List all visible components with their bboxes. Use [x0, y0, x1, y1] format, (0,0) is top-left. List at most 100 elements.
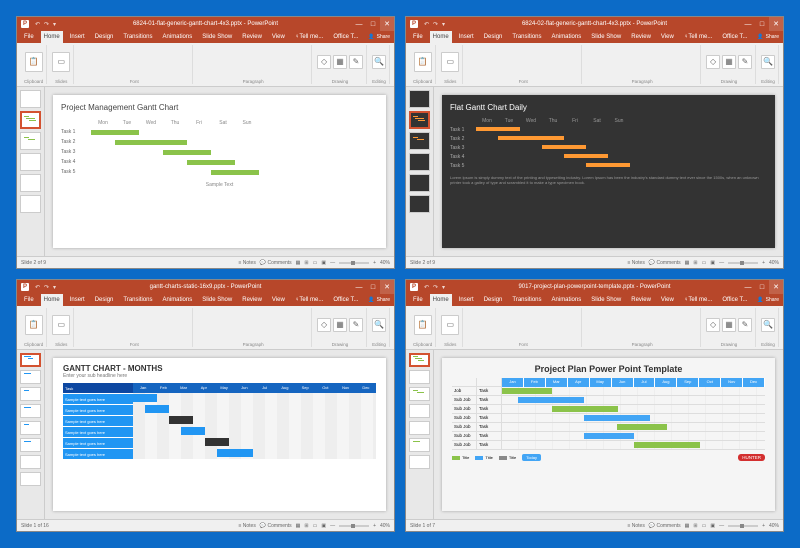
tab-view[interactable]: View	[269, 31, 288, 43]
editing-button[interactable]: 🔍	[761, 55, 775, 69]
maximize-button[interactable]: □	[755, 17, 769, 31]
view-sorter-icon[interactable]: ⊞	[693, 523, 697, 529]
tab-tellme[interactable]: ♀ Tell me...	[681, 294, 716, 306]
thumb-6[interactable]	[20, 438, 41, 452]
thumb-5[interactable]	[20, 174, 41, 192]
view-slideshow-icon[interactable]: ▣	[321, 260, 326, 266]
view-slideshow-icon[interactable]: ▣	[710, 260, 715, 266]
thumb-3[interactable]	[409, 132, 430, 150]
thumb-6[interactable]	[409, 195, 430, 213]
view-sorter-icon[interactable]: ⊞	[693, 260, 697, 266]
tab-file[interactable]: File	[410, 294, 426, 306]
zoom-slider[interactable]	[339, 525, 369, 527]
thumb-2[interactable]	[20, 370, 41, 384]
tab-view[interactable]: View	[658, 31, 677, 43]
tab-home[interactable]: Home	[430, 31, 452, 43]
tab-transitions[interactable]: Transitions	[120, 31, 155, 43]
comments-button[interactable]: 💬 Comments	[649, 523, 681, 529]
quick-access-toolbar[interactable]: ↶↷▾	[424, 21, 448, 27]
thumb-5[interactable]	[20, 421, 41, 435]
close-button[interactable]: ✕	[769, 17, 783, 31]
thumb-4[interactable]	[409, 153, 430, 171]
tab-home[interactable]: Home	[41, 294, 63, 306]
tab-insert[interactable]: Insert	[456, 31, 477, 43]
thumb-1[interactable]	[409, 353, 430, 367]
tab-animations[interactable]: Animations	[160, 31, 196, 43]
view-reading-icon[interactable]: ▭	[702, 260, 707, 266]
arrange-button[interactable]: ▦	[722, 55, 736, 69]
share-button[interactable]: 👤 Share	[368, 34, 390, 40]
view-sorter-icon[interactable]: ⊞	[304, 260, 308, 266]
minimize-button[interactable]: —	[741, 17, 755, 31]
tab-review[interactable]: Review	[628, 31, 654, 43]
editing-button[interactable]: 🔍	[372, 318, 386, 332]
quickstyles-button[interactable]: ✎	[349, 318, 363, 332]
comments-button[interactable]: 💬 Comments	[649, 260, 681, 266]
maximize-button[interactable]: □	[755, 280, 769, 294]
zoom-slider[interactable]	[728, 262, 758, 264]
share-button[interactable]: 👤 Share	[368, 297, 390, 303]
shapes-button[interactable]: ◇	[317, 318, 331, 332]
titlebar[interactable]: P ↶↷▾ gantt-charts-static-16x9.pptx - Po…	[17, 280, 394, 294]
thumb-3[interactable]	[409, 387, 430, 401]
tab-view[interactable]: View	[658, 294, 677, 306]
quickstyles-button[interactable]: ✎	[738, 55, 752, 69]
view-normal-icon[interactable]: ▦	[685, 260, 690, 266]
paste-button[interactable]: 📋	[414, 52, 432, 72]
comments-button[interactable]: 💬 Comments	[260, 523, 292, 529]
tab-transitions[interactable]: Transitions	[509, 294, 544, 306]
quickstyles-button[interactable]: ✎	[349, 55, 363, 69]
arrange-button[interactable]: ▦	[333, 318, 347, 332]
tab-view[interactable]: View	[269, 294, 288, 306]
view-slideshow-icon[interactable]: ▣	[710, 523, 715, 529]
tab-insert[interactable]: Insert	[456, 294, 477, 306]
tab-officetab[interactable]: Office T...	[330, 294, 361, 306]
thumb-1[interactable]	[20, 90, 41, 108]
tab-file[interactable]: File	[21, 294, 37, 306]
view-reading-icon[interactable]: ▭	[313, 523, 318, 529]
titlebar[interactable]: P ↶↷▾ 6824-01-flat-generic-gantt-chart-4…	[17, 17, 394, 31]
comments-button[interactable]: 💬 Comments	[260, 260, 292, 266]
new-slide-button[interactable]: ▭	[52, 52, 70, 72]
thumb-6[interactable]	[409, 438, 430, 452]
tab-design[interactable]: Design	[481, 294, 506, 306]
tab-home[interactable]: Home	[430, 294, 452, 306]
slide-canvas[interactable]: Project Management Gantt Chart MonTueWed…	[53, 95, 386, 248]
thumb-6[interactable]	[20, 195, 41, 213]
tab-tellme[interactable]: ♀ Tell me...	[292, 31, 327, 43]
thumb-1[interactable]	[409, 90, 430, 108]
paste-button[interactable]: 📋	[25, 52, 43, 72]
shapes-button[interactable]: ◇	[317, 55, 331, 69]
editing-button[interactable]: 🔍	[761, 318, 775, 332]
view-sorter-icon[interactable]: ⊞	[304, 523, 308, 529]
tab-officetab[interactable]: Office T...	[330, 31, 361, 43]
new-slide-button[interactable]: ▭	[441, 315, 459, 335]
paste-button[interactable]: 📋	[414, 315, 432, 335]
thumb-7[interactable]	[409, 455, 430, 469]
tab-animations[interactable]: Animations	[549, 294, 585, 306]
titlebar[interactable]: P ↶↷▾ 9017-project-plan-powerpoint-templ…	[406, 280, 783, 294]
tab-file[interactable]: File	[21, 31, 37, 43]
notes-button[interactable]: ≡ Notes	[627, 260, 644, 266]
tab-insert[interactable]: Insert	[67, 31, 88, 43]
titlebar[interactable]: P ↶↷▾ 6824-02-flat-generic-gantt-chart-4…	[406, 17, 783, 31]
tab-review[interactable]: Review	[239, 294, 265, 306]
close-button[interactable]: ✕	[380, 280, 394, 294]
thumb-8[interactable]	[20, 472, 41, 486]
thumb-5[interactable]	[409, 174, 430, 192]
tab-review[interactable]: Review	[628, 294, 654, 306]
close-button[interactable]: ✕	[380, 17, 394, 31]
thumb-4[interactable]	[409, 404, 430, 418]
view-normal-icon[interactable]: ▦	[685, 523, 690, 529]
tab-slideshow[interactable]: Slide Show	[199, 31, 235, 43]
tab-review[interactable]: Review	[239, 31, 265, 43]
tab-slideshow[interactable]: Slide Show	[588, 31, 624, 43]
share-button[interactable]: 👤 Share	[757, 34, 779, 40]
tab-transitions[interactable]: Transitions	[509, 31, 544, 43]
tab-file[interactable]: File	[410, 31, 426, 43]
notes-button[interactable]: ≡ Notes	[627, 523, 644, 529]
zoom-slider[interactable]	[728, 525, 758, 527]
view-normal-icon[interactable]: ▦	[296, 260, 301, 266]
slide-canvas[interactable]: Project Plan Power Point Template JobTas…	[442, 358, 775, 511]
quick-access-toolbar[interactable]: ↶↷▾	[424, 284, 448, 290]
